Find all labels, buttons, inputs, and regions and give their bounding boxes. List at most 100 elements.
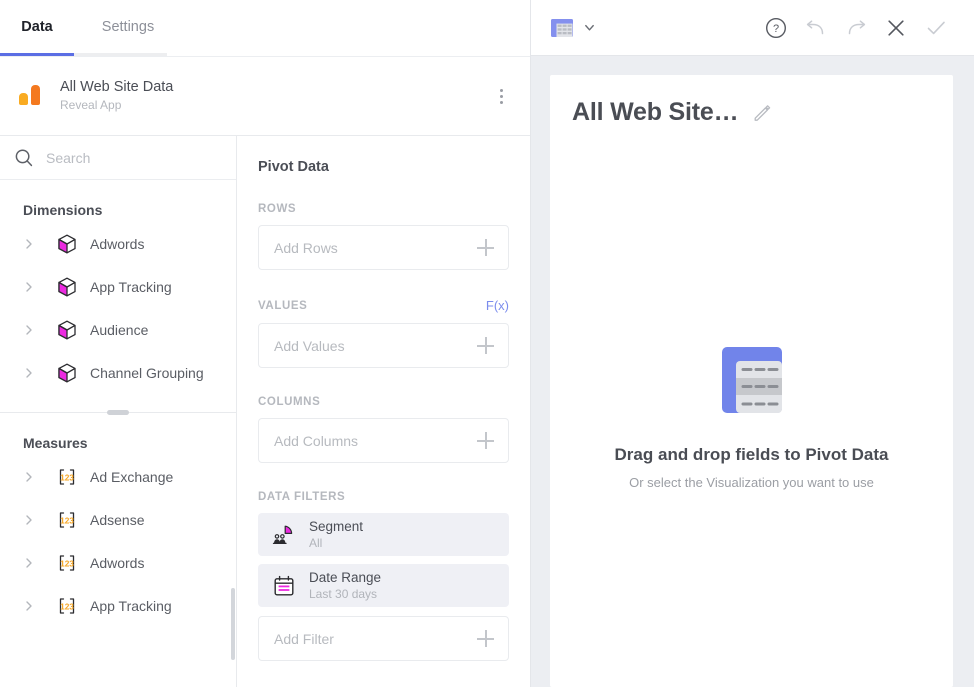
- chevron-right-icon: [26, 324, 32, 335]
- data-source-title: All Web Site Data: [60, 79, 174, 95]
- svg-text:?: ?: [773, 23, 779, 35]
- close-button[interactable]: [876, 8, 916, 48]
- chevron-right-icon: [26, 514, 32, 525]
- canvas-wrapper: All Web Site… Drag and drop fields to Pi…: [531, 56, 974, 687]
- data-source-text: All Web Site Data Reveal App: [60, 79, 488, 113]
- empty-state-subtext: Or select the Visualization you want to …: [629, 475, 874, 490]
- measure-label: Adsense: [90, 511, 145, 528]
- measure-row-ad-exchange[interactable]: 123 Ad Exchange: [0, 455, 236, 498]
- measure-row-adsense[interactable]: 123 Adsense: [0, 498, 236, 541]
- preview-panel: ? All Web Site… Drag and drop fields to …: [531, 0, 974, 687]
- filter-value: All: [309, 536, 323, 550]
- editor-body: Dimensions Adwords: [0, 136, 530, 687]
- dimension-label: Channel Grouping: [90, 364, 204, 381]
- numeric-123-icon: 123: [59, 597, 74, 614]
- fields-pane: Dimensions Adwords: [0, 136, 237, 687]
- pivot-data-heading: Pivot Data: [258, 159, 329, 175]
- filter-value: Last 30 days: [309, 587, 378, 601]
- editor-panel: Data Settings All Web Site Data Reveal A…: [0, 0, 531, 687]
- svg-text:123: 123: [60, 515, 74, 525]
- pencil-icon: [754, 104, 771, 121]
- add-columns-dropzone[interactable]: Add Columns: [258, 418, 509, 463]
- chevron-down-icon: [585, 24, 594, 31]
- add-filter-placeholder: Add Filter: [274, 630, 334, 647]
- measure-row-adwords[interactable]: 123 Adwords: [0, 541, 236, 584]
- segment-pie-people-icon: [272, 525, 293, 544]
- dimension-label: Audience: [90, 321, 149, 338]
- filter-chip-segment[interactable]: Segment All: [258, 513, 509, 556]
- measure-label: App Tracking: [90, 597, 172, 614]
- cube-icon: [58, 234, 76, 253]
- filter-chip-text: Segment All: [309, 519, 363, 550]
- pivot-table-illustration: [718, 346, 786, 418]
- add-columns-placeholder: Add Columns: [274, 432, 359, 449]
- filter-chip-date-range[interactable]: Date Range Last 30 days: [258, 564, 509, 607]
- chevron-right-icon: [26, 238, 32, 249]
- plus-icon[interactable]: [477, 239, 494, 256]
- svg-text:123: 123: [60, 601, 74, 611]
- search-input[interactable]: [46, 149, 222, 166]
- help-button[interactable]: ?: [756, 8, 796, 48]
- add-rows-dropzone[interactable]: Add Rows: [258, 225, 509, 270]
- fx-formula-button[interactable]: F(x): [486, 298, 509, 313]
- empty-state-heading: Drag and drop fields to Pivot Data: [614, 445, 889, 464]
- close-x-icon: [888, 19, 904, 36]
- dimension-row-audience[interactable]: Audience: [0, 308, 236, 351]
- plus-icon[interactable]: [477, 432, 494, 449]
- checkmark-icon: [927, 21, 945, 34]
- add-values-dropzone[interactable]: Add Values: [258, 323, 509, 368]
- filter-name: Segment: [309, 519, 364, 534]
- data-filters-label-text: DATA FILTERS: [258, 491, 346, 503]
- svg-text:123: 123: [60, 472, 74, 482]
- measure-label: Ad Exchange: [90, 468, 174, 485]
- visualization-selector[interactable]: [550, 16, 596, 40]
- dimension-row-app-tracking[interactable]: App Tracking: [0, 265, 236, 308]
- undo-arrow-icon: [806, 19, 824, 34]
- add-filter-dropzone[interactable]: Add Filter: [258, 616, 509, 661]
- data-filters-section-label: DATA FILTERS: [258, 491, 509, 503]
- redo-arrow-icon: [848, 19, 866, 34]
- columns-label-text: COLUMNS: [258, 396, 321, 408]
- edit-title-button[interactable]: [751, 102, 773, 124]
- preview-toolbar: ?: [531, 0, 974, 56]
- columns-section-label: COLUMNS: [258, 396, 509, 408]
- tab-settings-label: Settings: [101, 19, 155, 35]
- dimension-label: Adwords: [90, 235, 145, 252]
- measures-scrollbar[interactable]: [231, 588, 235, 660]
- values-section-label: VALUES F(x): [258, 298, 509, 313]
- plus-icon[interactable]: [477, 337, 494, 354]
- numeric-123-icon: 123: [59, 468, 74, 485]
- numeric-123-icon: 123: [59, 554, 74, 571]
- canvas-title-row: All Web Site…: [550, 75, 953, 127]
- chevron-right-icon: [26, 471, 32, 482]
- measure-row-app-tracking[interactable]: 123 App Tracking: [0, 584, 236, 627]
- help-circle-icon: ?: [765, 17, 787, 38]
- redo-button[interactable]: [836, 8, 876, 48]
- plus-icon[interactable]: [477, 630, 494, 647]
- visualization-canvas: All Web Site… Drag and drop fields to Pi…: [550, 75, 953, 687]
- dimension-row-channel-grouping[interactable]: Channel Grouping: [0, 351, 236, 394]
- undo-button[interactable]: [796, 8, 836, 48]
- chevron-right-icon: [26, 600, 32, 611]
- cube-icon: [58, 363, 76, 382]
- data-source-row[interactable]: All Web Site Data Reveal App: [0, 57, 530, 136]
- search-row[interactable]: [0, 136, 236, 180]
- dimension-row-adwords[interactable]: Adwords: [0, 222, 236, 265]
- values-label-text: VALUES: [258, 299, 308, 312]
- cube-icon: [58, 277, 76, 296]
- tab-active-indicator: [0, 53, 74, 56]
- calendar-icon: [274, 575, 294, 596]
- measures-section: Measures 123 Ad Exchange 123 Adsense 123…: [0, 413, 236, 627]
- dimension-label: App Tracking: [90, 278, 172, 295]
- filter-name: Date Range: [309, 570, 382, 585]
- tab-data[interactable]: Data: [0, 0, 74, 54]
- data-source-subtitle: Reveal App: [60, 98, 122, 112]
- tab-bar: Data Settings: [0, 0, 530, 57]
- tab-settings[interactable]: Settings: [74, 0, 182, 54]
- cube-icon: [58, 320, 76, 339]
- add-rows-placeholder: Add Rows: [274, 239, 338, 256]
- tab-track: [74, 53, 167, 56]
- kebab-menu-icon[interactable]: [488, 81, 514, 111]
- confirm-button[interactable]: [916, 8, 956, 48]
- page-title: All Web Site…: [572, 98, 739, 126]
